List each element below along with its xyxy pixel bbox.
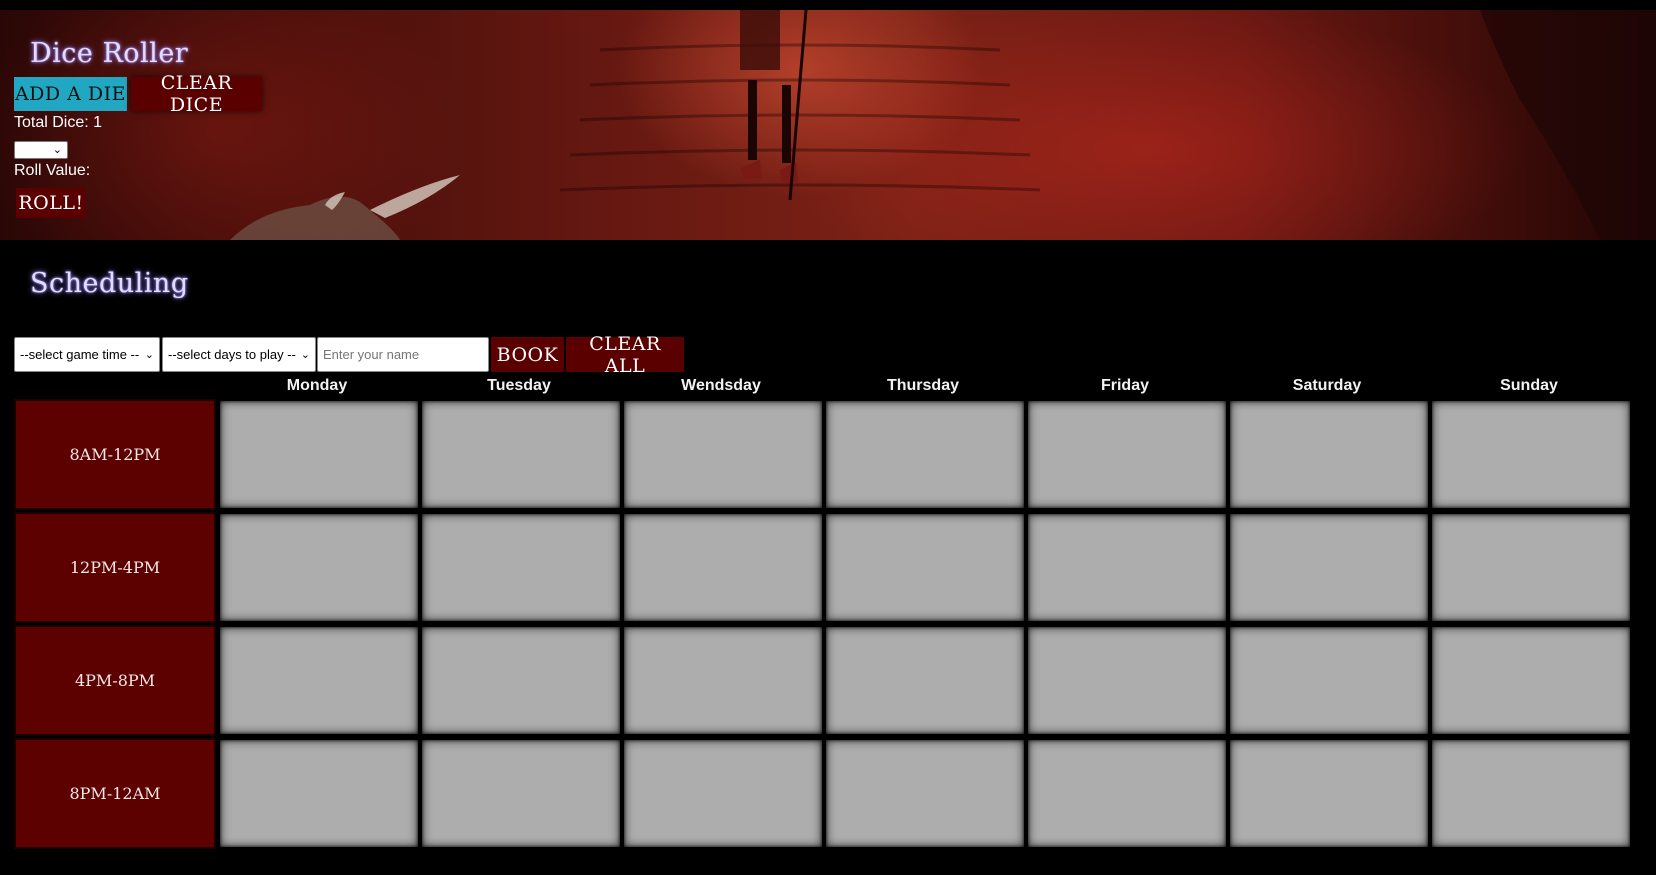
dice-type-select[interactable]: ⌄ (14, 141, 68, 159)
schedule-cell[interactable] (622, 625, 824, 736)
hero-background-art (230, 10, 1656, 240)
schedule-cell[interactable] (420, 512, 622, 623)
time-slot-8am-12pm: 8AM-12PM (14, 399, 216, 510)
schedule-cell[interactable] (622, 399, 824, 510)
roll-value-label: Roll Value: (14, 162, 91, 179)
chevron-down-icon: ⌄ (144, 349, 154, 361)
clear-dice-button[interactable]: CLEAR DICE (131, 72, 262, 116)
day-header-saturday: Saturday (1292, 377, 1362, 394)
day-header-thursday: Thursday (886, 377, 959, 394)
schedule-cell[interactable] (218, 625, 420, 736)
schedule-cell[interactable] (1026, 512, 1228, 623)
schedule-cell[interactable] (1228, 625, 1430, 736)
schedule-cell[interactable] (824, 738, 1026, 849)
schedule-cell[interactable] (1430, 738, 1632, 849)
schedule-cell[interactable] (824, 625, 1026, 736)
schedule-cell[interactable] (1026, 399, 1228, 510)
day-header-wednesday: Wendsday (681, 377, 761, 394)
schedule-cell[interactable] (824, 512, 1026, 623)
day-header-friday: Friday (1100, 377, 1149, 394)
schedule-cell[interactable] (824, 399, 1026, 510)
schedule-cell[interactable] (1228, 399, 1430, 510)
schedule-cell[interactable] (622, 512, 824, 623)
day-header-monday: Monday (286, 377, 348, 394)
day-header-sunday: Sunday (1500, 377, 1558, 394)
time-slot-8pm-12am: 8PM-12AM (14, 738, 216, 849)
day-header-tuesday: Tuesday (487, 377, 551, 394)
game-time-select-value: --select game time -- (20, 347, 140, 362)
schedule-cell[interactable] (420, 738, 622, 849)
schedule-cell[interactable] (420, 399, 622, 510)
game-time-select[interactable]: --select game time -- ⌄ (14, 337, 160, 372)
book-button[interactable]: BOOK (491, 337, 564, 372)
schedule-cell[interactable] (1430, 625, 1632, 736)
schedule-cell[interactable] (1430, 512, 1632, 623)
name-input[interactable] (317, 337, 489, 372)
roll-button[interactable]: ROLL! (16, 188, 86, 218)
time-slot-4pm-8pm: 4PM-8PM (14, 625, 216, 736)
time-slot-12pm-4pm: 12PM-4PM (14, 512, 216, 623)
days-select[interactable]: --select days to play -- ⌄ (162, 337, 316, 372)
schedule-cell[interactable] (1430, 399, 1632, 510)
schedule-cell[interactable] (1026, 738, 1228, 849)
schedule-cell[interactable] (420, 625, 622, 736)
hero-banner (0, 10, 1656, 240)
chevron-down-icon: ⌄ (52, 143, 62, 156)
chevron-down-icon: ⌄ (300, 349, 310, 361)
schedule-cell[interactable] (218, 738, 420, 849)
scheduling-title: Scheduling (30, 268, 189, 299)
dice-roller-title: Dice Roller (30, 38, 189, 69)
days-select-value: --select days to play -- (168, 347, 296, 362)
schedule-cell[interactable] (1228, 738, 1430, 849)
total-dice-label: Total Dice: 1 (14, 114, 103, 131)
schedule-cell[interactable] (218, 399, 420, 510)
schedule-cell[interactable] (218, 512, 420, 623)
add-die-button[interactable]: ADD A DIE (14, 77, 127, 111)
clear-all-button[interactable]: CLEAR ALL (566, 333, 684, 377)
schedule-cell[interactable] (1026, 625, 1228, 736)
schedule-cell[interactable] (1228, 512, 1430, 623)
schedule-cell[interactable] (622, 738, 824, 849)
